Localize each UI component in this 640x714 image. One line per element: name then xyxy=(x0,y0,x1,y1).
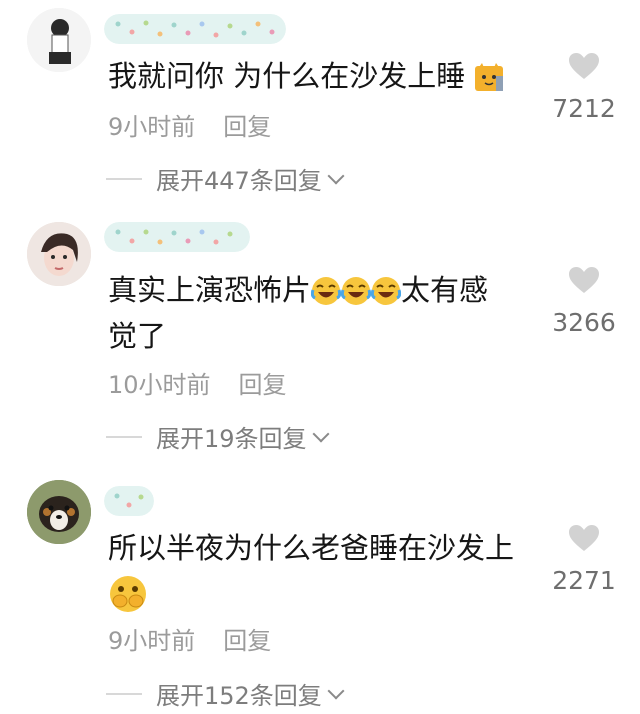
avatar-photo-icon xyxy=(27,222,91,286)
expand-replies-label: 展开152条回复 xyxy=(156,682,322,710)
heart-icon xyxy=(569,53,599,79)
like-count: 7212 xyxy=(552,94,616,123)
comment-meta: 9小时前 回复 xyxy=(108,107,271,142)
comment-meta: 10小时前 回复 xyxy=(108,365,287,400)
timestamp: 10小时前 xyxy=(108,371,211,399)
chevron-down-icon xyxy=(312,425,330,442)
heart-icon xyxy=(569,267,599,293)
comment-body-line2: 觉了 xyxy=(108,319,167,353)
comment-body: 所以半夜为什么老爸睡在沙发上 xyxy=(108,531,515,565)
laughing-crying-emoji-icon xyxy=(310,276,342,316)
divider xyxy=(106,177,142,180)
blurred-username-icon xyxy=(104,14,286,44)
username-blurred[interactable] xyxy=(104,486,154,516)
comment-meta: 9小时前 回复 xyxy=(108,621,271,656)
like-button[interactable]: 7212 xyxy=(542,52,626,123)
username-blurred[interactable] xyxy=(104,222,250,252)
reply-button[interactable]: 回复 xyxy=(223,627,271,655)
timestamp: 9小时前 xyxy=(108,113,196,141)
comment-text: 我就问你 为什么在沙发上睡 xyxy=(108,56,538,102)
laughing-crying-emoji-icon xyxy=(340,276,372,316)
like-button[interactable]: 3266 xyxy=(542,266,626,337)
avatar[interactable] xyxy=(27,222,91,286)
timestamp: 9小时前 xyxy=(108,627,196,655)
chevron-down-icon xyxy=(327,167,345,184)
comment-body: 真实上演恐怖片 xyxy=(108,273,312,307)
username-blurred[interactable] xyxy=(104,14,286,44)
avatar[interactable] xyxy=(27,8,91,72)
cat-face-emoji-icon xyxy=(474,62,504,102)
expand-replies-button[interactable]: 展开447条回复 xyxy=(106,161,345,196)
divider xyxy=(106,435,142,438)
divider xyxy=(106,692,142,695)
reply-button[interactable]: 回复 xyxy=(223,113,271,141)
like-count: 2271 xyxy=(552,566,616,595)
like-button[interactable]: 2271 xyxy=(542,524,626,595)
blurred-username-icon xyxy=(104,222,250,252)
comment-body-suffix: 太有感 xyxy=(401,273,489,307)
expand-replies-label: 展开447条回复 xyxy=(156,167,322,195)
reply-button[interactable]: 回复 xyxy=(239,371,287,399)
avatar-illustration-icon xyxy=(27,8,91,72)
covering-mouth-emoji-icon xyxy=(108,574,148,624)
avatar[interactable] xyxy=(27,480,91,544)
comment-text: 所以半夜为什么老爸睡在沙发上 xyxy=(108,528,538,624)
laughing-crying-emoji-icon xyxy=(370,276,402,316)
expand-replies-button[interactable]: 展开152条回复 xyxy=(106,676,345,711)
comment-body: 我就问你 为什么在沙发上睡 xyxy=(108,59,466,93)
chevron-down-icon xyxy=(327,682,345,699)
expand-replies-button[interactable]: 展开19条回复 xyxy=(106,419,330,454)
comment-text: 真实上演恐怖片 太有感 觉了 xyxy=(108,270,538,356)
avatar-dog-photo-icon xyxy=(27,480,91,544)
heart-icon xyxy=(569,525,599,551)
like-count: 3266 xyxy=(552,308,616,337)
expand-replies-label: 展开19条回复 xyxy=(156,425,307,453)
blurred-username-icon xyxy=(104,486,154,516)
